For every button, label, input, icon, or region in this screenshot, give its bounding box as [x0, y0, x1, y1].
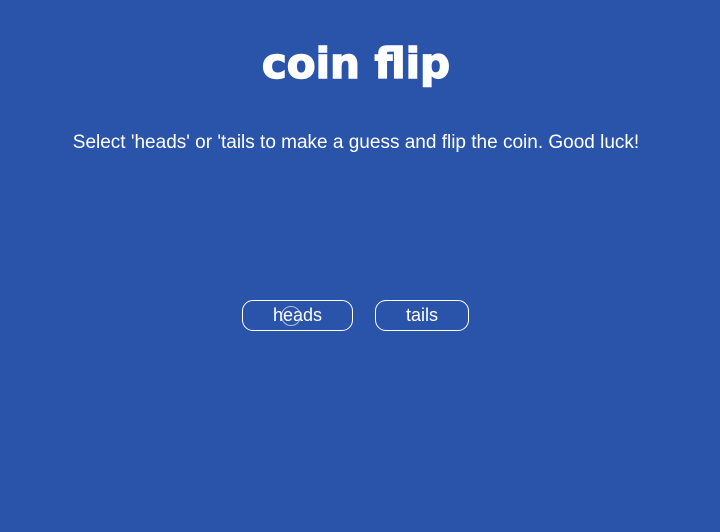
instructions-text: Select 'heads' or 'tails to make a guess…	[72, 132, 640, 153]
heads-button[interactable]: heads	[242, 300, 353, 331]
page-title: coin flip	[261, 38, 451, 89]
tails-button[interactable]: tails	[375, 300, 469, 331]
